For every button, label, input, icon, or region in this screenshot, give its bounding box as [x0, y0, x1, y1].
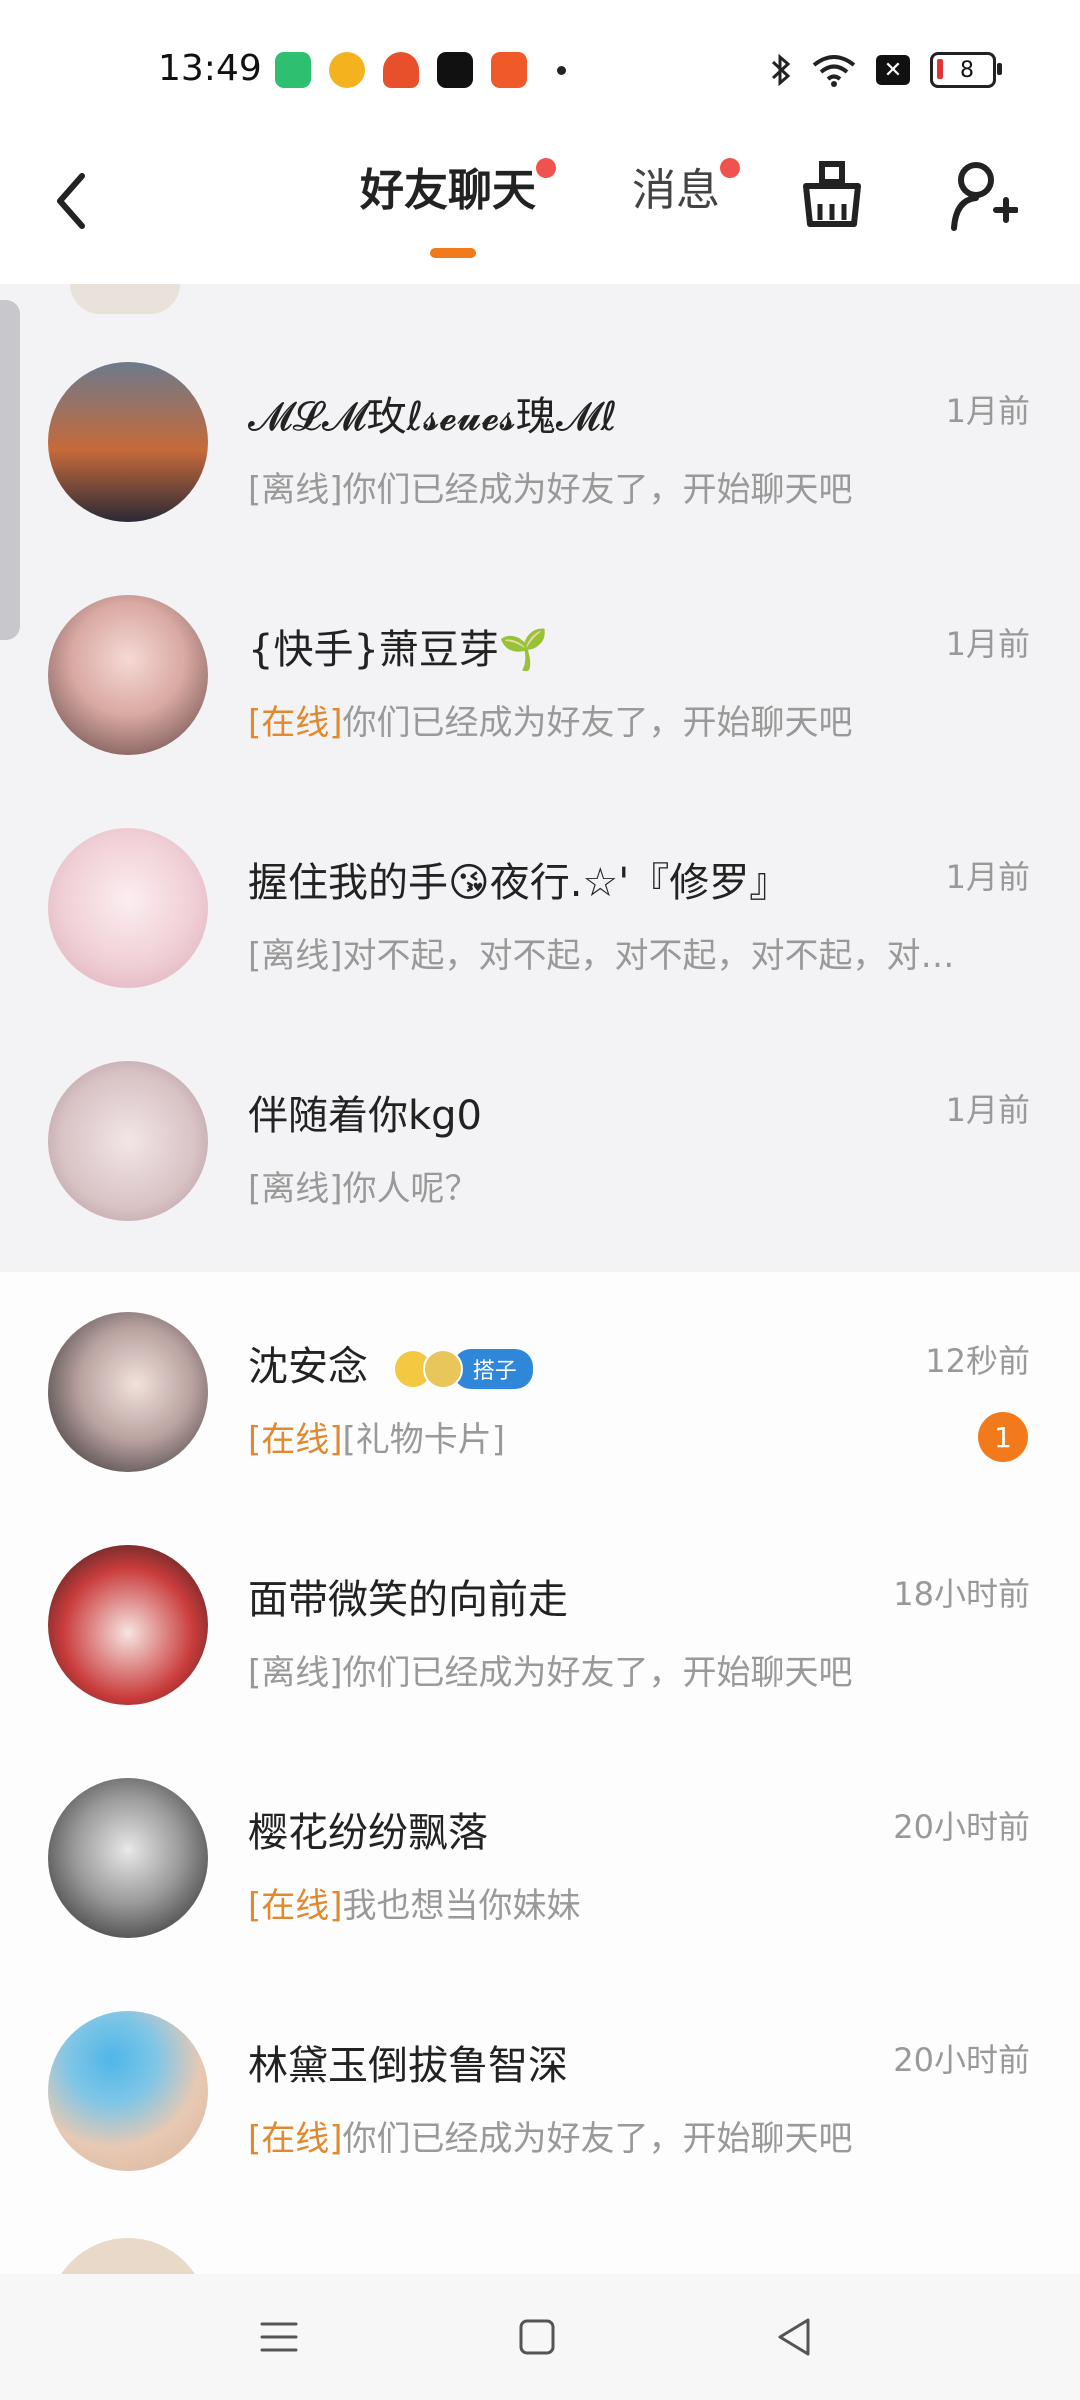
relation-tag: 搭子: [392, 1349, 533, 1389]
contact-name: 𝓜𝓛𝓜玫ℓ𝓼𝓮𝓾𝓮𝓼瑰𝓜ℓ: [248, 394, 618, 440]
avatar: [48, 595, 208, 755]
more-notifications-icon: [557, 65, 566, 75]
contact-name: 握住我的手😘夜行.☆'『修罗』: [248, 860, 790, 906]
back-triangle-icon[interactable]: [770, 2312, 820, 2362]
avatar: [48, 2011, 208, 2171]
active-tab-indicator: [430, 248, 476, 258]
chat-row[interactable]: [0, 2204, 1080, 2274]
app-icon: [383, 52, 419, 88]
unread-dot: [720, 158, 740, 178]
avatar: [48, 828, 208, 988]
system-icons: ✕ 8: [770, 52, 1002, 88]
chat-row[interactable]: 握住我的手😘夜行.☆'『修罗』 1月前 [离线]对不起，对不起，对不起，对不起，…: [0, 788, 1080, 1021]
add-user-icon[interactable]: [948, 156, 1018, 236]
clean-basket-icon[interactable]: [800, 154, 864, 234]
back-arrow-icon[interactable]: [48, 164, 98, 238]
home-icon[interactable]: [512, 2312, 562, 2362]
message-preview: [在线]你们已经成为好友了，开始聊天吧: [248, 703, 853, 743]
app-icon: [329, 52, 365, 88]
chat-time: 20小时前: [893, 1808, 1030, 1846]
bluetooth-icon: [771, 53, 791, 87]
avatar: [48, 1061, 208, 1221]
chat-list[interactable]: 𝓜𝓛𝓜玫ℓ𝓼𝓮𝓾𝓮𝓼瑰𝓜ℓ 1月前 [离线]你们已经成为好友了，开始聊天吧 {快…: [0, 284, 1080, 2274]
tab-friend-chat[interactable]: 好友聊天: [360, 154, 556, 218]
tab-messages[interactable]: 消息: [632, 154, 740, 218]
message-preview: [离线]你们已经成为好友了，开始聊天吧: [248, 1653, 853, 1693]
chat-time: 20小时前: [893, 2041, 1030, 2079]
chat-row[interactable]: 面带微笑的向前走 18小时前 [离线]你们已经成为好友了，开始聊天吧: [0, 1505, 1080, 1738]
contact-name: {快手}萧豆芽🌱: [248, 627, 549, 673]
wifi-icon: [812, 55, 856, 87]
chat-time: 1月前: [945, 392, 1030, 430]
menu-icon[interactable]: [254, 2312, 304, 2362]
avatar: [70, 284, 180, 314]
contact-name: 面带微笑的向前走: [248, 1577, 568, 1623]
contact-name: 樱花纷纷飘落: [248, 1810, 488, 1856]
system-navigation-bar: [0, 2274, 1080, 2400]
status-time: 13:49: [158, 48, 262, 89]
notification-icons: [275, 50, 566, 90]
header-bar: 好友聊天 消息: [0, 140, 1080, 284]
chat-row[interactable]: 伴随着你kg0 1月前 [离线]你人呢？: [0, 1021, 1080, 1254]
no-sim-icon: ✕: [876, 55, 910, 85]
avatar: [48, 2238, 208, 2274]
battery-app-icon: [275, 52, 311, 88]
avatar: [48, 1312, 208, 1472]
chat-row[interactable]: {快手}萧豆芽🌱 1月前 [在线]你们已经成为好友了，开始聊天吧: [0, 555, 1080, 788]
avatar: [48, 1545, 208, 1705]
unread-dot: [536, 158, 556, 178]
chat-time: 1月前: [945, 1091, 1030, 1129]
app-icon: [491, 52, 527, 88]
tiktok-icon: [437, 52, 473, 88]
message-preview: [离线]对不起，对不起，对不起，对不起，对…: [248, 936, 955, 976]
chat-row[interactable]: 沈安念 搭子 12秒前 [在线][礼物卡片] 1: [0, 1272, 1080, 1505]
message-preview: [离线]你们已经成为好友了，开始聊天吧: [248, 470, 853, 510]
status-bar: 13:49 ✕ 8: [0, 0, 1080, 140]
chat-row[interactable]: 樱花纷纷飘落 20小时前 [在线]我也想当你妹妹: [0, 1738, 1080, 1971]
chat-row[interactable]: 𝓜𝓛𝓜玫ℓ𝓼𝓮𝓾𝓮𝓼瑰𝓜ℓ 1月前 [离线]你们已经成为好友了，开始聊天吧: [0, 322, 1080, 555]
chat-time: 1月前: [945, 625, 1030, 663]
message-preview: [离线]你人呢？: [248, 1169, 479, 1209]
battery-icon: 8: [930, 52, 1002, 88]
avatar: [48, 1778, 208, 1938]
contact-name: 伴随着你kg0: [248, 1093, 483, 1139]
chat-time: 12秒前: [925, 1342, 1030, 1380]
contact-name: 林黛玉倒拔鲁智深: [248, 2043, 568, 2089]
contact-name: 沈安念 搭子: [248, 1334, 533, 1392]
message-preview: [在线]我也想当你妹妹: [248, 1886, 581, 1926]
chat-time: 1月前: [945, 858, 1030, 896]
message-preview: [在线]你们已经成为好友了，开始聊天吧: [248, 2119, 853, 2159]
chat-row[interactable]: 林黛玉倒拔鲁智深 20小时前 [在线]你们已经成为好友了，开始聊天吧: [0, 1971, 1080, 2204]
unread-count-badge: 1: [978, 1412, 1028, 1462]
avatar: [48, 362, 208, 522]
emoji-icon: [422, 1349, 463, 1389]
message-preview: [在线][礼物卡片]: [248, 1420, 506, 1460]
scrollbar[interactable]: [0, 300, 20, 640]
chat-time: 18小时前: [893, 1575, 1030, 1613]
